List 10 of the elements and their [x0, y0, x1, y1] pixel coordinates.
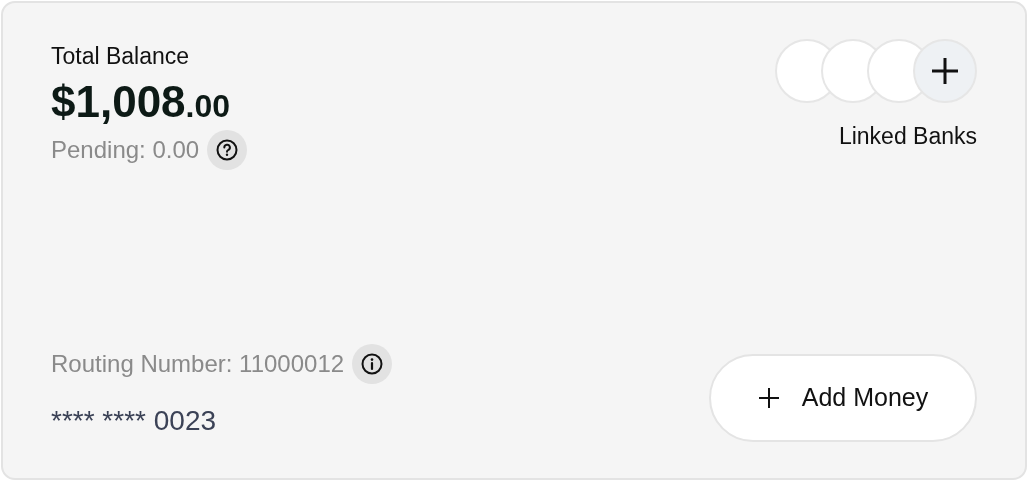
pending-amount: Pending: 0.00	[51, 134, 200, 165]
info-icon[interactable]	[352, 344, 393, 384]
routing-number: Routing Number: 11000012	[51, 349, 345, 379]
plus-icon	[931, 57, 959, 85]
balance-label: Total Balance	[51, 42, 191, 71]
balance-amount: $1,008.00	[51, 77, 232, 126]
linked-banks-label: Linked Banks	[838, 122, 977, 151]
plus-icon	[757, 387, 780, 409]
account-number: **** **** 0023	[51, 404, 218, 438]
add-money-button[interactable]: Add Money	[709, 354, 977, 442]
